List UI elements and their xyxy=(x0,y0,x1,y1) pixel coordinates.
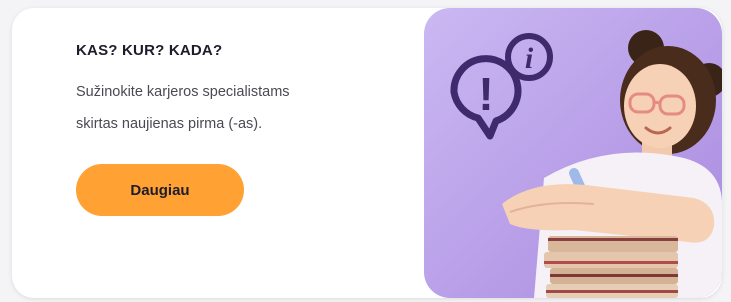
promo-description: Sužinokite karjeros specialistams skirta… xyxy=(76,76,376,140)
promo-card: KAS? KUR? KADA? Sužinokite karjeros spec… xyxy=(12,8,722,298)
svg-text:i: i xyxy=(525,42,534,75)
promo-heading: KAS? KUR? KADA? xyxy=(76,42,223,59)
book-stack xyxy=(544,236,678,298)
svg-text:!: ! xyxy=(478,68,493,120)
promo-illustration: ! i xyxy=(424,8,722,298)
more-button[interactable]: Daugiau xyxy=(76,164,244,216)
promo-description-line-1: Sužinokite karjeros specialistams xyxy=(76,84,290,100)
promo-description-line-2: skirtas naujienas pirma (-as). xyxy=(76,116,263,132)
